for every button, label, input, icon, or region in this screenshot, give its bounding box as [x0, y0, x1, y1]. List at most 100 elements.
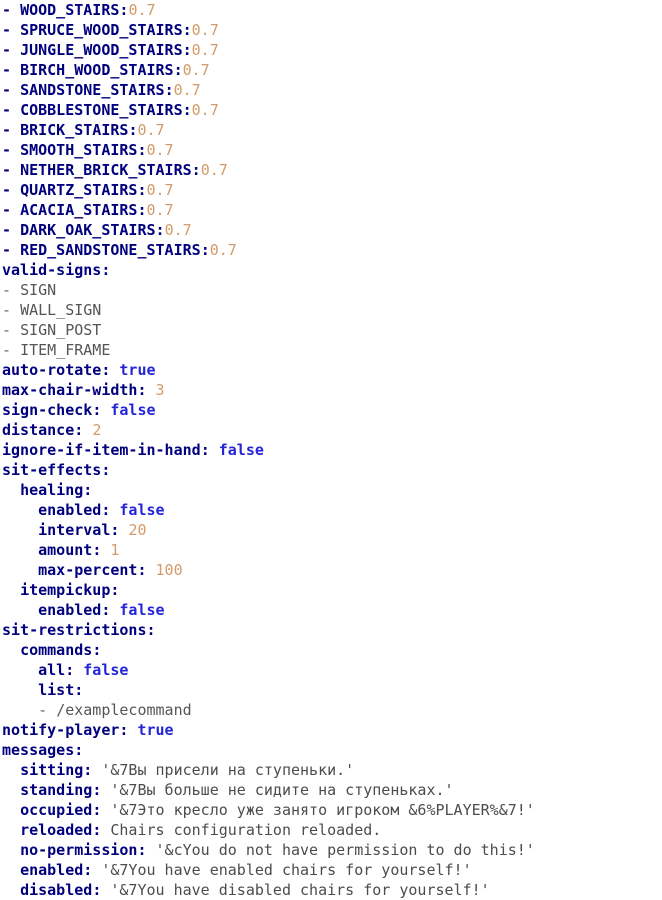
yaml-key: enabled: [20, 861, 84, 879]
yaml-line: - /examplecommand: [0, 700, 662, 720]
list-dash: -: [2, 281, 21, 299]
yaml-colon: :: [83, 481, 93, 499]
yaml-value-number: 100: [155, 561, 183, 579]
yaml-value-boolean: false: [218, 441, 264, 459]
yaml-colon: :: [137, 841, 156, 859]
yaml-line: - ITEM_FRAME: [0, 340, 662, 360]
yaml-key: interval: [38, 521, 111, 539]
yaml-colon: :: [74, 421, 93, 439]
yaml-line: ignore-if-item-in-hand: false: [0, 440, 662, 460]
yaml-value-plain: /examplecommand: [56, 701, 192, 719]
yaml-colon: :: [182, 101, 192, 119]
yaml-value-string: '&7You have enabled chairs for yourself!…: [101, 861, 472, 879]
yaml-colon: :: [110, 521, 129, 539]
yaml-key: sit-effects: [2, 461, 102, 479]
yaml-line: max-chair-width: 3: [0, 380, 662, 400]
yaml-key: messages: [2, 741, 75, 759]
yaml-line: messages:: [0, 740, 662, 760]
yaml-value-plain: SIGN: [20, 281, 57, 299]
yaml-colon: :: [155, 221, 165, 239]
yaml-config-view[interactable]: - WOOD_STAIRS:0.7- SPRUCE_WOOD_STAIRS:0.…: [0, 0, 662, 900]
yaml-line: standing: '&7Вы больше не сидите на ступ…: [0, 780, 662, 800]
yaml-value-number: 0.7: [137, 121, 165, 139]
yaml-colon: :: [74, 741, 84, 759]
yaml-line: enabled: '&7You have enabled chairs for …: [0, 860, 662, 880]
yaml-colon: :: [182, 21, 192, 39]
yaml-colon: :: [92, 541, 111, 559]
yaml-key: SANDSTONE_STAIRS: [20, 81, 165, 99]
list-dash: -: [2, 101, 21, 119]
yaml-value-number: 1: [110, 541, 120, 559]
list-dash: -: [2, 201, 21, 219]
yaml-key: sit-restrictions: [2, 621, 147, 639]
yaml-line: list:: [0, 680, 662, 700]
yaml-line: sit-effects:: [0, 460, 662, 480]
yaml-key: DARK_OAK_STAIRS: [20, 221, 156, 239]
yaml-key: itempickup: [20, 581, 111, 599]
yaml-key: BRICK_STAIRS: [20, 121, 129, 139]
yaml-colon: :: [101, 361, 120, 379]
yaml-value-string: Chairs configuration reloaded.: [110, 821, 382, 839]
yaml-line: max-percent: 100: [0, 560, 662, 580]
yaml-value-number: 0.7: [182, 61, 210, 79]
yaml-key: commands: [20, 641, 93, 659]
yaml-value-number: 2: [92, 421, 102, 439]
yaml-key: max-chair-width: [2, 381, 138, 399]
yaml-key: all: [38, 661, 66, 679]
list-dash: -: [2, 181, 21, 199]
list-dash: -: [2, 221, 21, 239]
yaml-line: enabled: false: [0, 600, 662, 620]
yaml-value-string: '&cYou do not have permission to do this…: [155, 841, 535, 859]
list-dash: -: [2, 341, 21, 359]
list-dash: -: [2, 1, 21, 19]
yaml-colon: :: [101, 461, 111, 479]
yaml-value-string: '&7You have disabled chairs for yourself…: [110, 881, 490, 899]
yaml-line: - RED_SANDSTONE_STAIRS:0.7: [0, 240, 662, 260]
yaml-value-number: 0.7: [191, 41, 219, 59]
yaml-value-number: 0.7: [146, 141, 174, 159]
yaml-line: - COBBLESTONE_STAIRS:0.7: [0, 100, 662, 120]
yaml-colon: :: [137, 141, 147, 159]
yaml-value-number: 20: [128, 521, 147, 539]
yaml-key: healing: [20, 481, 84, 499]
yaml-colon: :: [146, 621, 156, 639]
list-dash: -: [2, 301, 21, 319]
yaml-key: SPRUCE_WOOD_STAIRS: [20, 21, 183, 39]
yaml-value-number: 0.7: [164, 221, 192, 239]
yaml-line: - WALL_SIGN: [0, 300, 662, 320]
yaml-colon: :: [164, 81, 174, 99]
yaml-colon: :: [101, 501, 120, 519]
yaml-value-boolean: true: [137, 721, 174, 739]
yaml-colon: :: [137, 181, 147, 199]
yaml-value-number: 0.7: [191, 101, 219, 119]
yaml-key: NETHER_BRICK_STAIRS: [20, 161, 192, 179]
yaml-value-boolean: false: [119, 501, 165, 519]
yaml-line: no-permission: '&cYou do not have permis…: [0, 840, 662, 860]
yaml-line: - JUNGLE_WOOD_STAIRS:0.7: [0, 40, 662, 60]
list-dash: -: [2, 241, 21, 259]
yaml-colon: :: [173, 61, 183, 79]
yaml-value-number: 3: [155, 381, 165, 399]
yaml-line: healing:: [0, 480, 662, 500]
yaml-colon: :: [83, 861, 102, 879]
yaml-value-string: '&7Это кресло уже занято игроком &6%PLAY…: [110, 801, 535, 819]
yaml-line: enabled: false: [0, 500, 662, 520]
yaml-line: sitting: '&7Вы присели на ступеньки.': [0, 760, 662, 780]
yaml-key: reloaded: [20, 821, 93, 839]
list-dash: -: [2, 161, 21, 179]
yaml-key: amount: [38, 541, 93, 559]
yaml-line: commands:: [0, 640, 662, 660]
yaml-key: no-permission: [20, 841, 138, 859]
yaml-line: notify-player: true: [0, 720, 662, 740]
list-dash: -: [2, 41, 21, 59]
yaml-line: sit-restrictions:: [0, 620, 662, 640]
